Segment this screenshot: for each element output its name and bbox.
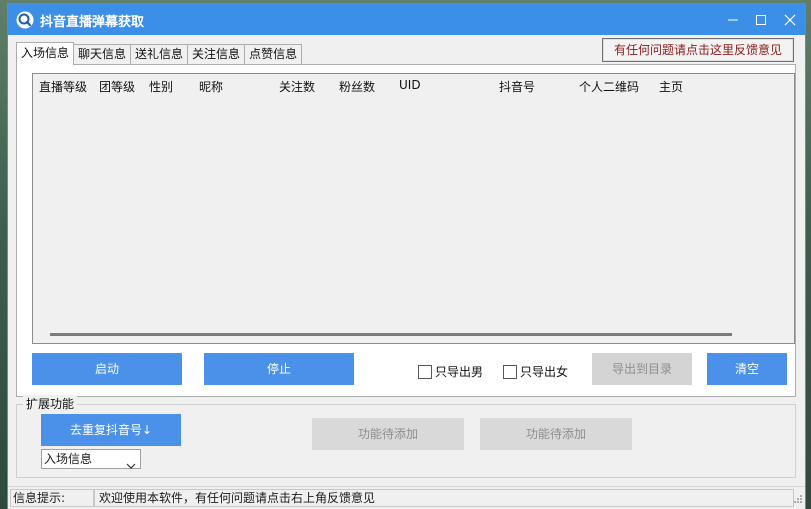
horizontal-scrollbar[interactable] xyxy=(33,326,794,343)
dedupe-douyin-id-button[interactable]: 去重复抖音号↓ xyxy=(41,414,181,446)
tab-panel: 直播等级 团等级 性别 昵称 关注数 粉丝数 UID 抖音号 个人二维码 主页 … xyxy=(16,64,796,397)
status-bar: 信息提示: 欢迎使用本软件，有任何问题请点击右上角反馈意见 xyxy=(8,486,805,509)
only-female-label: 只导出女 xyxy=(520,365,569,379)
feature-placeholder-button-2[interactable]: 功能待添加 xyxy=(480,418,632,450)
clear-button[interactable]: 清空 xyxy=(707,353,787,385)
status-message: 欢迎使用本软件，有任何问题请点击右上角反馈意见 xyxy=(94,489,794,507)
close-button[interactable] xyxy=(775,4,805,35)
extension-group-title: 扩展功能 xyxy=(23,395,78,412)
entry-list[interactable]: 直播等级 团等级 性别 昵称 关注数 粉丝数 UID 抖音号 个人二维码 主页 xyxy=(32,73,795,344)
column-header-nickname[interactable]: 昵称 xyxy=(199,78,223,95)
export-to-folder-button[interactable]: 导出到目录 xyxy=(592,353,692,385)
column-header-homepage[interactable]: 主页 xyxy=(659,78,683,95)
title-bar[interactable]: 抖音直播弹幕获取 xyxy=(8,4,805,35)
only-male-checkbox-box[interactable] xyxy=(418,364,432,379)
tab-entry-info[interactable]: 入场信息 xyxy=(16,42,75,65)
column-header-fan-club-level[interactable]: 团等级 xyxy=(99,78,135,95)
only-female-checkbox-box[interactable] xyxy=(503,364,517,379)
app-logo-icon xyxy=(16,11,34,29)
minimize-button[interactable] xyxy=(718,4,748,35)
column-header-live-level[interactable]: 直播等级 xyxy=(39,78,87,95)
feature-placeholder-button-1[interactable]: 功能待添加 xyxy=(312,418,464,450)
tab-follow-info[interactable]: 关注信息 xyxy=(187,44,246,65)
only-male-label: 只导出男 xyxy=(435,365,484,379)
column-header-uid[interactable]: UID xyxy=(399,78,421,92)
column-header-gender[interactable]: 性别 xyxy=(149,78,173,95)
tab-strip: 入场信息 聊天信息 送礼信息 关注信息 点赞信息 xyxy=(16,42,303,65)
column-header-qr-code[interactable]: 个人二维码 xyxy=(579,78,639,95)
only-female-checkbox[interactable]: 只导出女 xyxy=(503,363,568,380)
tab-chat-info[interactable]: 聊天信息 xyxy=(73,44,132,65)
info-type-select-value: 入场信息 xyxy=(44,452,93,466)
resize-grip-icon[interactable] xyxy=(793,493,803,507)
info-type-select[interactable]: 入场信息 xyxy=(41,449,141,469)
list-header: 直播等级 团等级 性别 昵称 关注数 粉丝数 UID 抖音号 个人二维码 主页 xyxy=(33,74,794,98)
column-header-following[interactable]: 关注数 xyxy=(279,78,315,95)
status-label: 信息提示: xyxy=(10,489,94,507)
only-male-checkbox[interactable]: 只导出男 xyxy=(418,363,483,380)
stop-button[interactable]: 停止 xyxy=(204,353,354,385)
scrollbar-thumb[interactable] xyxy=(50,333,732,336)
start-button[interactable]: 启动 xyxy=(32,353,182,385)
window-title: 抖音直播弹幕获取 xyxy=(40,15,145,30)
tab-like-info[interactable]: 点赞信息 xyxy=(244,44,303,65)
tab-gift-info[interactable]: 送礼信息 xyxy=(130,44,189,65)
feedback-button[interactable]: 有任何问题请点击这里反馈意见 xyxy=(602,38,794,62)
chevron-down-icon xyxy=(126,456,136,474)
column-header-followers[interactable]: 粉丝数 xyxy=(339,78,375,95)
column-header-douyin-id[interactable]: 抖音号 xyxy=(499,78,535,95)
app-window: 抖音直播弹幕获取 入场信息 聊天信息 送礼信息 关注信息 点赞信息 有任何问题请… xyxy=(8,4,805,509)
maximize-button[interactable] xyxy=(746,4,776,35)
